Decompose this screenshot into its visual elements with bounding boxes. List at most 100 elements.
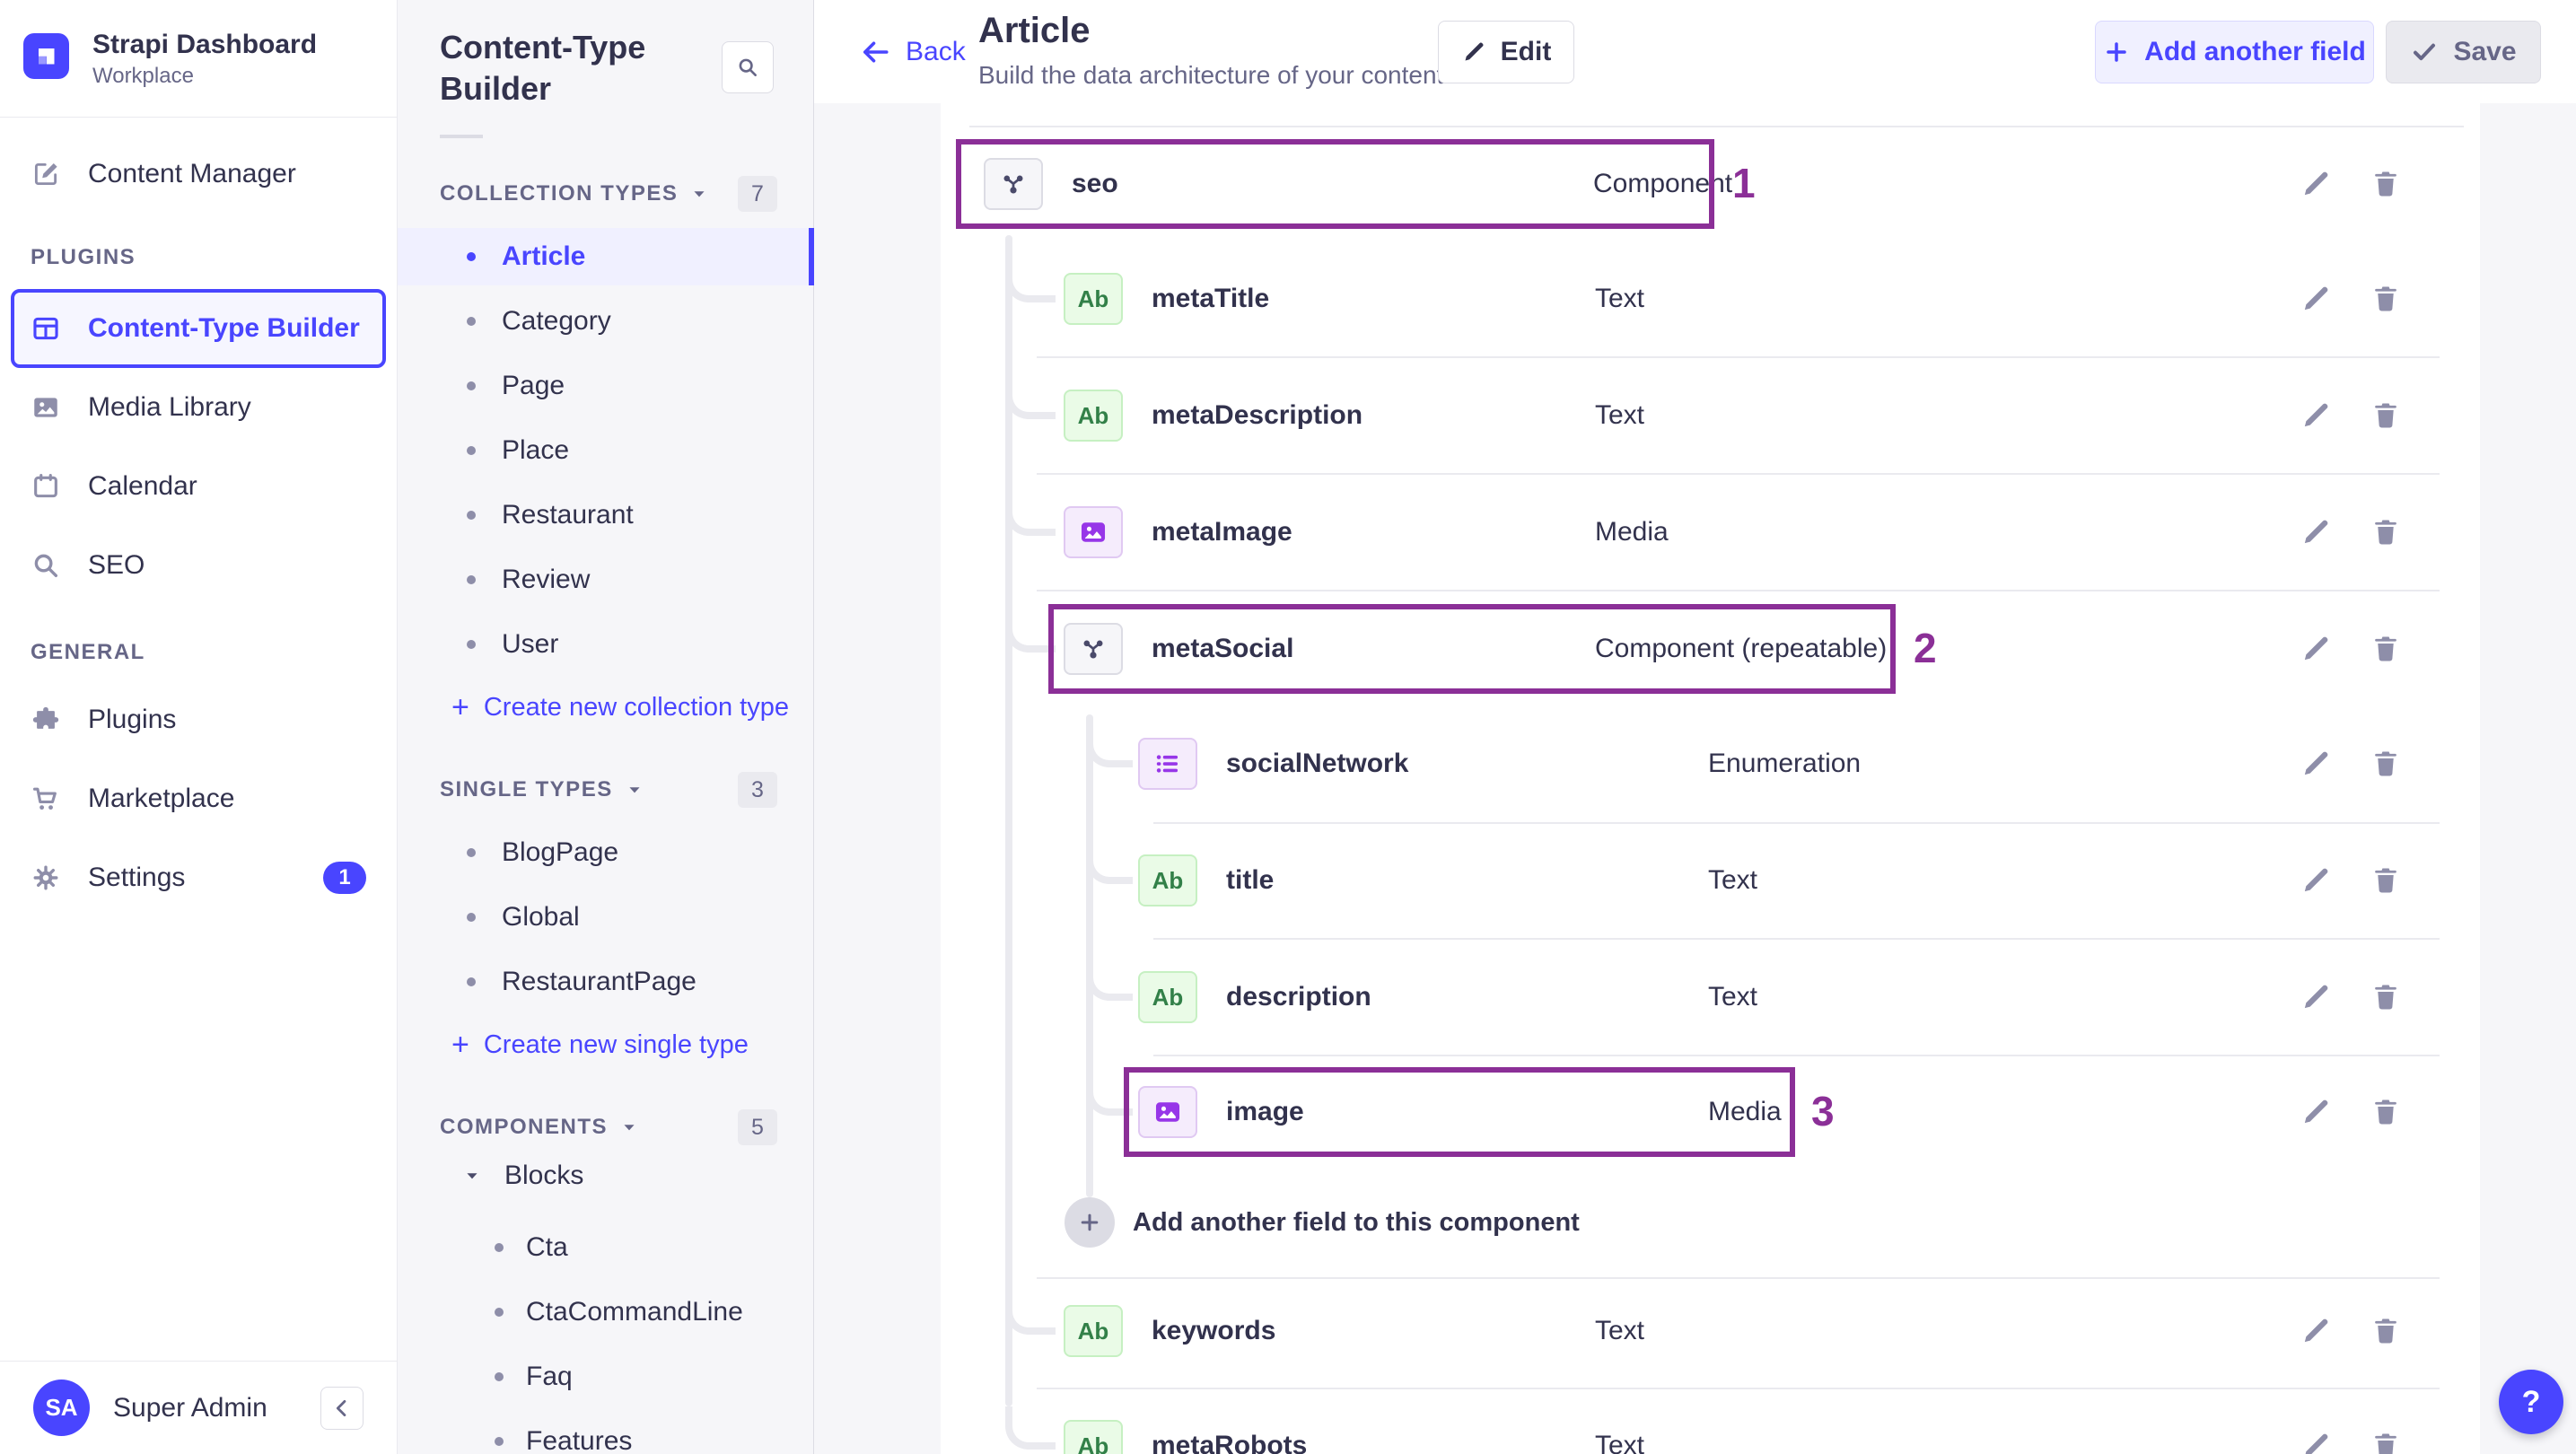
sidebar-item-marketplace[interactable]: Marketplace <box>11 759 386 838</box>
edit-field-button[interactable] <box>2300 516 2332 548</box>
edit-field-button[interactable] <box>2300 1430 2332 1454</box>
delete-field-button[interactable] <box>2370 1430 2402 1454</box>
component-group-blocks[interactable]: Blocks <box>398 1147 813 1204</box>
delete-field-button[interactable] <box>2370 168 2402 200</box>
section-title: COMPONENTS <box>440 1115 609 1139</box>
add-another-field-button[interactable]: Add another field <box>2095 21 2374 83</box>
content-type-item-review[interactable]: Review <box>398 551 813 609</box>
puzzle-icon <box>31 705 61 735</box>
delete-field-button[interactable] <box>2370 283 2402 315</box>
field-row-description: Ab description Text <box>1138 949 2440 1046</box>
bullet-icon <box>467 913 476 922</box>
edit-field-button[interactable] <box>2300 633 2332 665</box>
delete-field-button[interactable] <box>2370 1315 2402 1347</box>
sidebar-item-label: Content-Type Builder <box>88 313 360 343</box>
content-type-item-category[interactable]: Category <box>398 293 813 350</box>
component-item-faq[interactable]: Faq <box>398 1348 813 1406</box>
tree-connector-elbow <box>1086 841 1133 884</box>
sidebar-item-calendar[interactable]: Calendar <box>11 447 386 526</box>
main-sidebar: Strapi Dashboard Workplace Content Manag… <box>0 0 398 1454</box>
content-type-item-place[interactable]: Place <box>398 422 813 479</box>
sidebar-item-media-library[interactable]: Media Library <box>11 368 386 447</box>
pencil-icon <box>1461 39 1486 65</box>
content-type-item-restaurant[interactable]: Restaurant <box>398 486 813 544</box>
delete-field-button[interactable] <box>2370 516 2402 548</box>
save-button[interactable]: Save <box>2386 21 2541 83</box>
bullet-icon <box>467 446 476 455</box>
content-type-item-blogpage[interactable]: BlogPage <box>398 824 813 881</box>
text-field-icon: Ab <box>1064 273 1123 325</box>
component-field-icon <box>984 158 1043 210</box>
component-item-features[interactable]: Features <box>398 1413 813 1454</box>
edit-field-button[interactable] <box>2300 748 2332 780</box>
search-icon <box>31 550 61 581</box>
sidebar-item-settings[interactable]: Settings 1 <box>11 838 386 917</box>
section-header-single-types[interactable]: SINGLE TYPES 3 <box>440 770 777 810</box>
content-type-item-restaurantpage[interactable]: RestaurantPage <box>398 953 813 1011</box>
content-type-item-page[interactable]: Page <box>398 357 813 415</box>
plus-icon <box>2103 39 2130 66</box>
field-name: image <box>1226 1097 1304 1126</box>
section-count-badge: 5 <box>738 1109 777 1145</box>
check-icon <box>2410 38 2439 66</box>
avatar[interactable]: SA <box>33 1380 90 1436</box>
bullet-icon <box>467 317 476 326</box>
sidebar-item-label: SEO <box>88 550 145 580</box>
field-row-metarobots: Ab metaRobots Text <box>1064 1397 2440 1454</box>
edit-field-button[interactable] <box>2300 981 2332 1013</box>
sidebar-item-seo[interactable]: SEO <box>11 526 386 605</box>
content-type-item-article[interactable]: Article <box>398 228 814 285</box>
edit-field-button[interactable] <box>2300 283 2332 315</box>
row-divider <box>1037 473 2440 475</box>
bullet-icon <box>495 1243 504 1252</box>
delete-field-button[interactable] <box>2370 981 2402 1013</box>
search-button[interactable] <box>722 41 774 93</box>
component-label: Features <box>526 1426 633 1454</box>
content-type-label: Review <box>502 565 591 594</box>
field-row-metasocial: metaSocial Component (repeatable) <box>1064 600 2440 697</box>
plus-icon: + <box>451 690 469 724</box>
field-type: Component <box>1593 169 1733 198</box>
brand: Strapi Dashboard Workplace <box>0 0 397 118</box>
add-field-to-component-button[interactable] <box>1065 1197 1115 1248</box>
delete-field-button[interactable] <box>2370 748 2402 780</box>
app-name: Strapi Dashboard <box>92 29 318 59</box>
tree-connector-elbow <box>1005 259 1056 302</box>
content-type-item-user[interactable]: User <box>398 616 813 673</box>
edit-field-button[interactable] <box>2300 1315 2332 1347</box>
main-nav: Content Manager PLUGINS Content-Type Build… <box>0 118 397 917</box>
section-header-collection-types[interactable]: COLLECTION TYPES 7 <box>440 174 777 214</box>
field-row-metatitle: Ab metaTitle Text <box>1064 250 2440 347</box>
add-field-to-component-label[interactable]: Add another field to this component <box>1133 1197 1580 1248</box>
back-link[interactable]: Back <box>859 36 966 68</box>
delete-field-button[interactable] <box>2370 399 2402 432</box>
content-type-item-global[interactable]: Global <box>398 889 813 946</box>
delete-field-button[interactable] <box>2370 864 2402 897</box>
delete-field-button[interactable] <box>2370 1096 2402 1128</box>
edit-field-button[interactable] <box>2300 864 2332 897</box>
delete-field-button[interactable] <box>2370 633 2402 665</box>
bullet-icon <box>495 1308 504 1317</box>
edit-field-button[interactable] <box>2300 399 2332 432</box>
card-top-divider <box>969 126 2464 127</box>
sidebar-item-content-type-builder[interactable]: Content-Type Builder <box>11 289 386 368</box>
field-name: title <box>1226 865 1275 895</box>
annotation-number-1: 1 <box>1732 160 1756 206</box>
bullet-icon <box>495 1437 504 1446</box>
help-button[interactable]: ? <box>2499 1370 2563 1434</box>
text-field-icon: Ab <box>1064 1420 1123 1454</box>
collapse-sidebar-button[interactable] <box>320 1386 364 1430</box>
panel-sections: COLLECTION TYPES 7 Article Category Page Plac… <box>398 174 814 1454</box>
section-header-components[interactable]: COMPONENTS 5 <box>440 1108 777 1147</box>
edit-field-button[interactable] <box>2300 1096 2332 1128</box>
title-divider <box>440 135 483 138</box>
edit-field-button[interactable] <box>2300 168 2332 200</box>
sidebar-item-content-manager[interactable]: Content Manager <box>11 135 386 214</box>
sidebar-item-plugins[interactable]: Plugins <box>11 680 386 759</box>
create-new-create-new-collection-type[interactable]: + Create new collection type <box>398 680 813 734</box>
create-new-create-new-single-type[interactable]: + Create new single type <box>398 1018 813 1072</box>
workspace-name: Workplace <box>92 63 194 88</box>
component-item-ctacommandline[interactable]: CtaCommandLine <box>398 1283 813 1341</box>
edit-button[interactable]: Edit <box>1438 21 1574 83</box>
component-item-cta[interactable]: Cta <box>398 1219 813 1276</box>
